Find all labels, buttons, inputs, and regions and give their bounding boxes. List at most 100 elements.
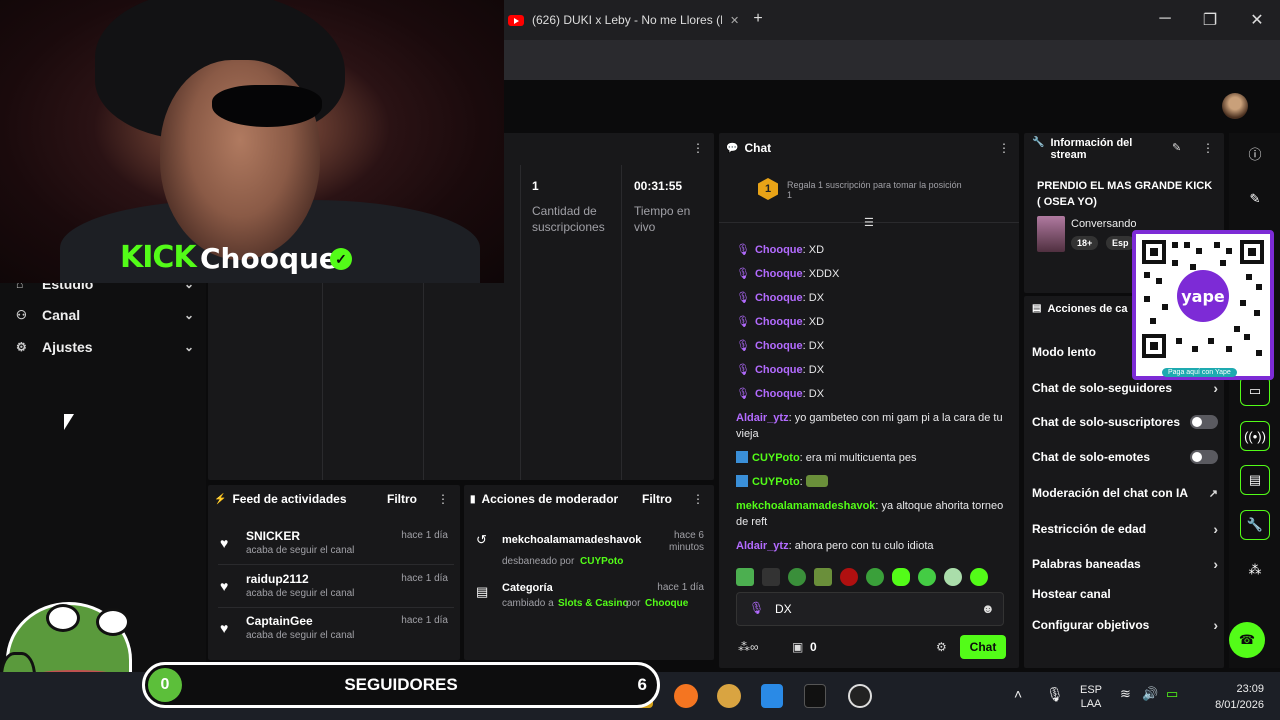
mod-filter-button[interactable]: Filtro (642, 492, 672, 506)
emote-icon[interactable] (866, 568, 884, 586)
tools-icon[interactable]: 🔧 (1240, 510, 1270, 540)
support-icon[interactable]: ☎ (1229, 622, 1265, 658)
emote-icon[interactable] (762, 568, 780, 586)
qr-brand: yape (1181, 287, 1225, 306)
feed-item-name[interactable]: SNICKER (246, 529, 300, 543)
close-window-button[interactable]: ✕ (1247, 10, 1267, 30)
broadcast-icon[interactable]: ((•)) (1240, 421, 1270, 451)
wifi-icon[interactable]: ≋ (1120, 686, 1131, 702)
chat-username[interactable]: CUYPoto (752, 476, 800, 488)
crunchyroll-icon[interactable] (674, 684, 698, 708)
stats-menu-icon[interactable]: ⋮ (692, 141, 704, 155)
game-app-icon[interactable] (717, 684, 741, 708)
emote-icon[interactable] (736, 568, 754, 586)
tiktok-icon[interactable] (804, 684, 826, 708)
chat-action-item[interactable]: Configurar objetivos › (1032, 617, 1218, 633)
close-tab-icon[interactable]: ✕ (730, 14, 739, 27)
mod-action-time: hace 1 día (657, 582, 704, 593)
mod-action-name[interactable]: Categoría (502, 582, 553, 594)
feed-filter-button[interactable]: Filtro (387, 492, 417, 506)
edit-icon[interactable]: ✎ (1172, 141, 1181, 154)
chat-quick-icon[interactable]: ▭ (1240, 376, 1270, 406)
mod-action-name[interactable]: mekchoalamamadeshavok (502, 534, 641, 546)
pinned-toggle-icon[interactable]: ☰ (864, 216, 874, 229)
obs-icon[interactable] (848, 684, 872, 708)
info-icon[interactable]: ⓘ (1240, 138, 1270, 168)
category-name[interactable]: Conversando (1071, 218, 1136, 230)
chat-menu-icon[interactable]: ⋮ (998, 141, 1010, 155)
mod-action-by[interactable]: CUYPoto (580, 556, 623, 567)
emote-icon[interactable] (970, 568, 988, 586)
feed-item-name[interactable]: raidup2112 (246, 572, 309, 586)
chat-action-label: Palabras baneadas (1032, 557, 1141, 571)
emoji-icon[interactable]: ☻ (981, 601, 995, 616)
chat-action-item[interactable]: Chat de solo-suscriptores (1032, 415, 1218, 429)
chat-text: DX (808, 340, 825, 352)
pencil-icon[interactable]: ✎ (1240, 184, 1270, 214)
sidebar-item-canal[interactable]: ⚇ Canal ⌄ (16, 303, 194, 327)
emote-icon[interactable] (788, 568, 806, 586)
clock[interactable]: 23:09 8/01/2026 (1198, 681, 1264, 713)
user-avatar[interactable] (1222, 93, 1248, 119)
chat-action-item[interactable]: Hostear canal (1032, 587, 1218, 601)
chat-username[interactable]: Chooque (755, 316, 803, 328)
emote-icon[interactable] (892, 568, 910, 586)
toggle-switch[interactable] (1190, 415, 1218, 429)
microphone-icon[interactable]: 🎙 (1046, 686, 1064, 703)
vscode-icon[interactable] (761, 684, 783, 708)
emote-icon[interactable] (814, 568, 832, 586)
emote-icon[interactable] (840, 568, 858, 586)
chat-username[interactable]: Chooque (755, 244, 803, 256)
feed-item: ♥ CaptainGee acaba de seguir el canal ha… (220, 614, 450, 654)
chat-message: 🎙 Chooque: DX (736, 362, 1006, 378)
emote-icon (805, 475, 828, 487)
chat-username[interactable]: Chooque (755, 340, 803, 352)
chat-message: 🎙 Chooque: DX (736, 290, 1006, 306)
chat-username[interactable]: Aldair_ytz (736, 412, 789, 424)
gift-sub-banner[interactable]: 1 Regala 1 suscripción para tomar la pos… (758, 178, 998, 208)
emote-icon[interactable] (918, 568, 936, 586)
chat-action-item[interactable]: Palabras baneadas › (1032, 556, 1218, 572)
chat-action-label: Configurar objetivos (1032, 618, 1150, 632)
gift-icon[interactable]: ▣ (792, 640, 803, 654)
chat-action-item[interactable]: Moderación del chat con IA ↗ (1032, 486, 1218, 500)
chat-action-item[interactable]: Chat de solo-emotes (1032, 450, 1218, 464)
chat-username[interactable]: Chooque (755, 268, 803, 280)
feed-menu-icon[interactable]: ⋮ (437, 492, 449, 506)
browser-tab[interactable]: (626) DUKI x Leby - No me Llores (Re ✕ (500, 6, 740, 34)
chat-input[interactable]: DX (775, 602, 792, 616)
toggle-switch[interactable] (1190, 450, 1218, 464)
chat-settings-icon[interactable]: ⚙ (936, 640, 947, 654)
send-chat-button[interactable]: Chat (960, 635, 1006, 659)
chat-username[interactable]: Chooque (755, 364, 803, 376)
chat-action-item[interactable]: Restricción de edad › (1032, 521, 1218, 537)
mod-action-target[interactable]: Slots & Casino (558, 598, 629, 609)
battery-icon[interactable]: ▭ (1166, 686, 1178, 702)
chat-username[interactable]: mekchoalamamadeshavok (736, 500, 875, 512)
language-indicator[interactable]: ESP LAA (1078, 683, 1104, 711)
layout-icon[interactable]: ▤ (1240, 465, 1270, 495)
tray-chevron-icon[interactable]: ˄ (1014, 686, 1022, 702)
maximize-button[interactable]: ❐ (1200, 10, 1220, 30)
category-thumbnail[interactable] (1037, 216, 1065, 252)
points-count: 0 (810, 640, 817, 654)
chat-username[interactable]: Aldair_ytz (736, 540, 789, 552)
chat-input-box[interactable]: 🎙 DX ☻ (736, 592, 1004, 626)
mod-action-by[interactable]: Chooque (645, 598, 688, 609)
activity-feed-title: Feed de actividades (232, 492, 347, 506)
chat-username[interactable]: Chooque (755, 292, 803, 304)
channel-points-icon[interactable]: ⁂∞ (738, 640, 759, 654)
feed-item-name[interactable]: CaptainGee (246, 614, 313, 628)
volume-icon[interactable]: 🔊 (1142, 686, 1158, 702)
minimize-button[interactable]: ─ (1155, 10, 1175, 28)
mod-menu-icon[interactable]: ⋮ (692, 492, 704, 506)
chat-action-item[interactable]: Chat de solo-seguidores › (1032, 380, 1218, 396)
stream-info-menu-icon[interactable]: ⋮ (1202, 141, 1214, 155)
new-tab-button[interactable]: + (748, 10, 768, 28)
sidebar-item-ajustes[interactable]: ⚙ Ajustes ⌄ (16, 335, 194, 359)
chat-username[interactable]: Chooque (755, 388, 803, 400)
points-icon[interactable]: ⁂ (1240, 555, 1270, 585)
activity-feed-header: ⚡ Feed de actividades (214, 492, 347, 506)
emote-icon[interactable] (944, 568, 962, 586)
chat-username[interactable]: CUYPoto (752, 452, 800, 464)
